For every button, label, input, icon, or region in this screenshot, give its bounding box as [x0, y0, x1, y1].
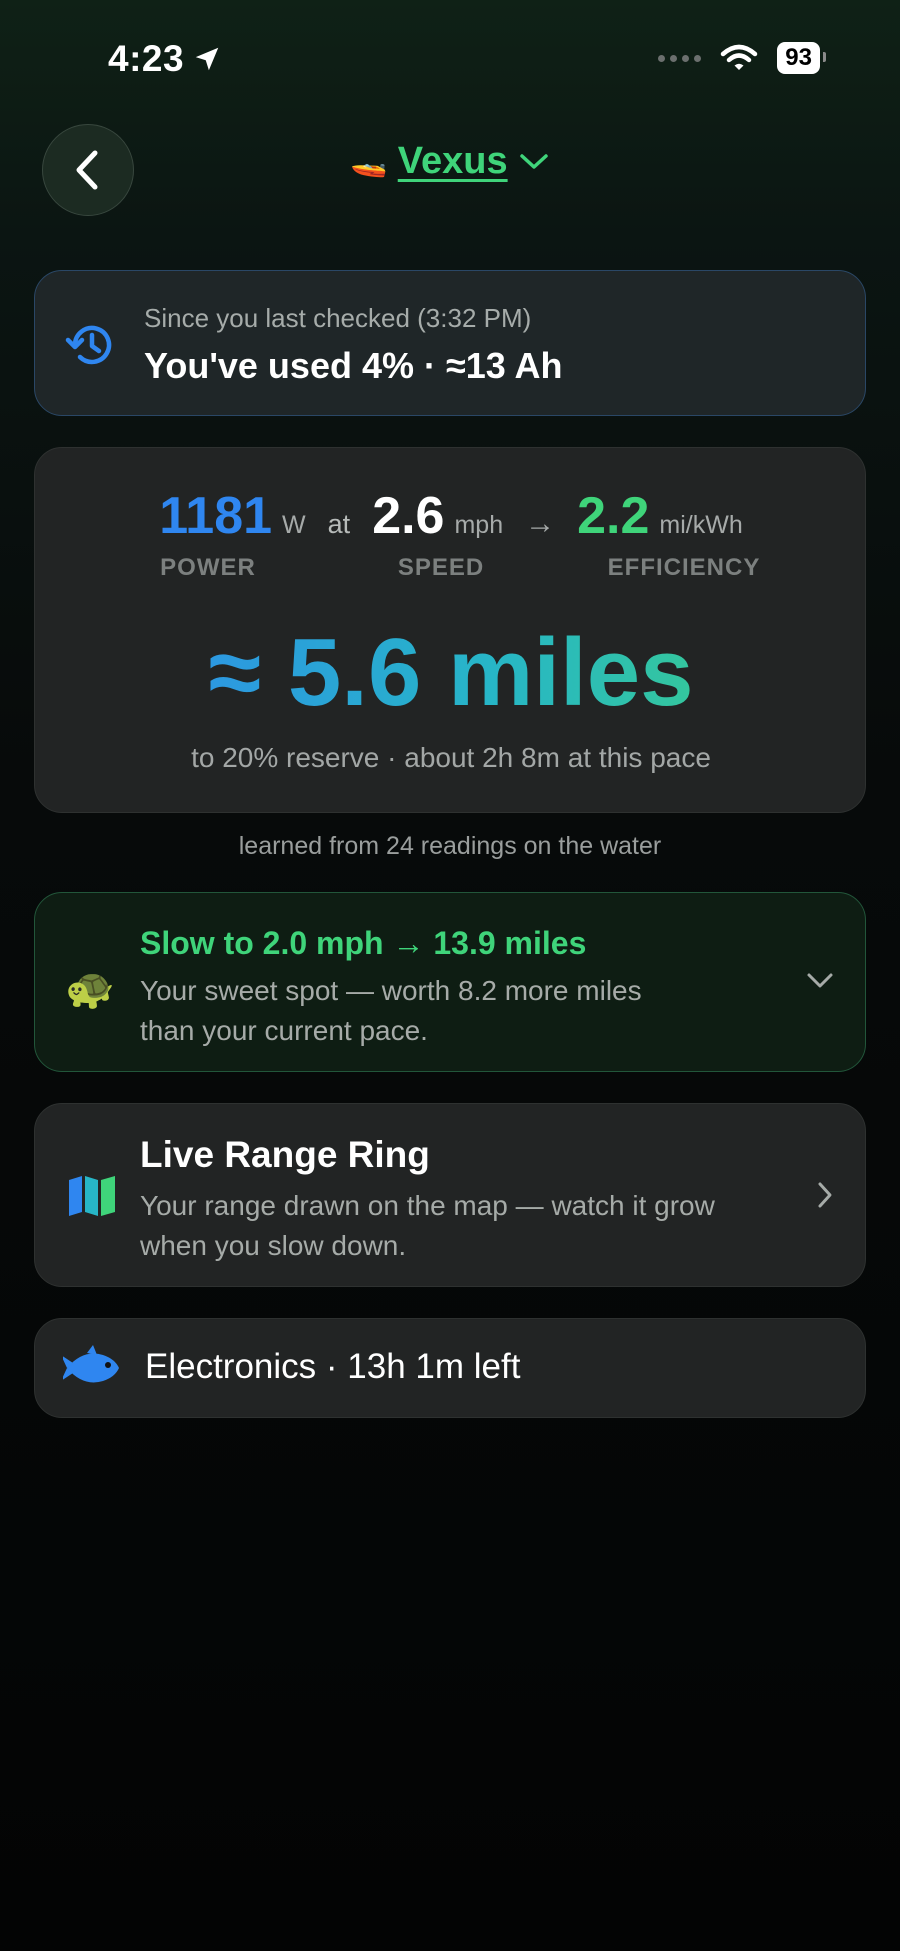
chevron-right-icon	[818, 1182, 832, 1208]
power-label: POWER	[160, 554, 256, 581]
status-icons: 93	[658, 42, 826, 74]
reserve-text: to 20% reserve · about 2h 8m at this pac…	[191, 742, 711, 773]
since-last-checked-card: Since you last checked (3:32 PM) You've …	[34, 270, 866, 416]
efficiency-unit: mi/kWh	[659, 511, 743, 539]
power-value: 1181	[159, 487, 273, 545]
chevron-down-icon[interactable]	[805, 969, 835, 993]
at-text: at	[327, 509, 351, 539]
range-stats-card: 1181 W at 2.6 mph → 2.2 mi/kWh POWER SPE…	[34, 447, 866, 813]
usage-summary: You've used 4% · ≈13 Ah	[144, 345, 563, 386]
estimated-range: ≈ 5.6 miles	[35, 618, 867, 728]
sweet-spot-body: Your sweet spot — worth 8.2 more miles t…	[140, 975, 642, 1046]
since-subtitle: Since you last checked (3:32 PM)	[144, 303, 532, 333]
speed-unit: mph	[454, 511, 504, 539]
live-range-title: Live Range Ring	[140, 1134, 430, 1175]
wifi-icon	[721, 44, 758, 70]
status-time: 4:23	[108, 38, 222, 80]
arrow-right-icon: →	[525, 507, 556, 540]
speed-label: SPEED	[397, 554, 485, 581]
learned-note: learned from 24 readings on the water	[238, 832, 662, 860]
sweet-spot-title: Slow to 2.0 mph → 13.9 miles	[140, 925, 587, 961]
map-icon	[69, 1176, 115, 1216]
turtle-icon: 🐢	[65, 967, 115, 1011]
efficiency-label: EFFICIENCY	[607, 554, 761, 581]
chevron-down-icon	[519, 153, 548, 169]
fish-icon	[63, 1345, 119, 1383]
efficiency-value: 2.2	[577, 487, 650, 545]
sweet-spot-card[interactable]: 🐢 Slow to 2.0 mph → 13.9 miles Your swee…	[34, 892, 866, 1072]
power-unit: W	[282, 511, 306, 539]
clock-text: 4:23	[108, 38, 185, 79]
live-range-body: Your range drawn on the map — watch it g…	[140, 1190, 715, 1261]
live-range-ring-card[interactable]: Live Range Ring Your range drawn on the …	[34, 1103, 866, 1287]
history-clock-icon	[65, 325, 112, 365]
battery-indicator: 93	[777, 42, 826, 74]
location-arrow-icon	[195, 47, 219, 71]
boat-name: Vexus	[397, 140, 508, 182]
boat-selector[interactable]: 🚤 Vexus	[0, 140, 900, 183]
electronics-label: Electronics · 13h 1m left	[145, 1347, 521, 1386]
metrics-row: 1181 W at 2.6 mph → 2.2 mi/kWh	[35, 486, 867, 546]
electronics-card[interactable]: Electronics · 13h 1m left	[34, 1318, 866, 1418]
cellular-signal-icon	[658, 54, 702, 62]
boat-icon: 🚤	[350, 145, 388, 178]
speed-value: 2.6	[372, 487, 445, 545]
